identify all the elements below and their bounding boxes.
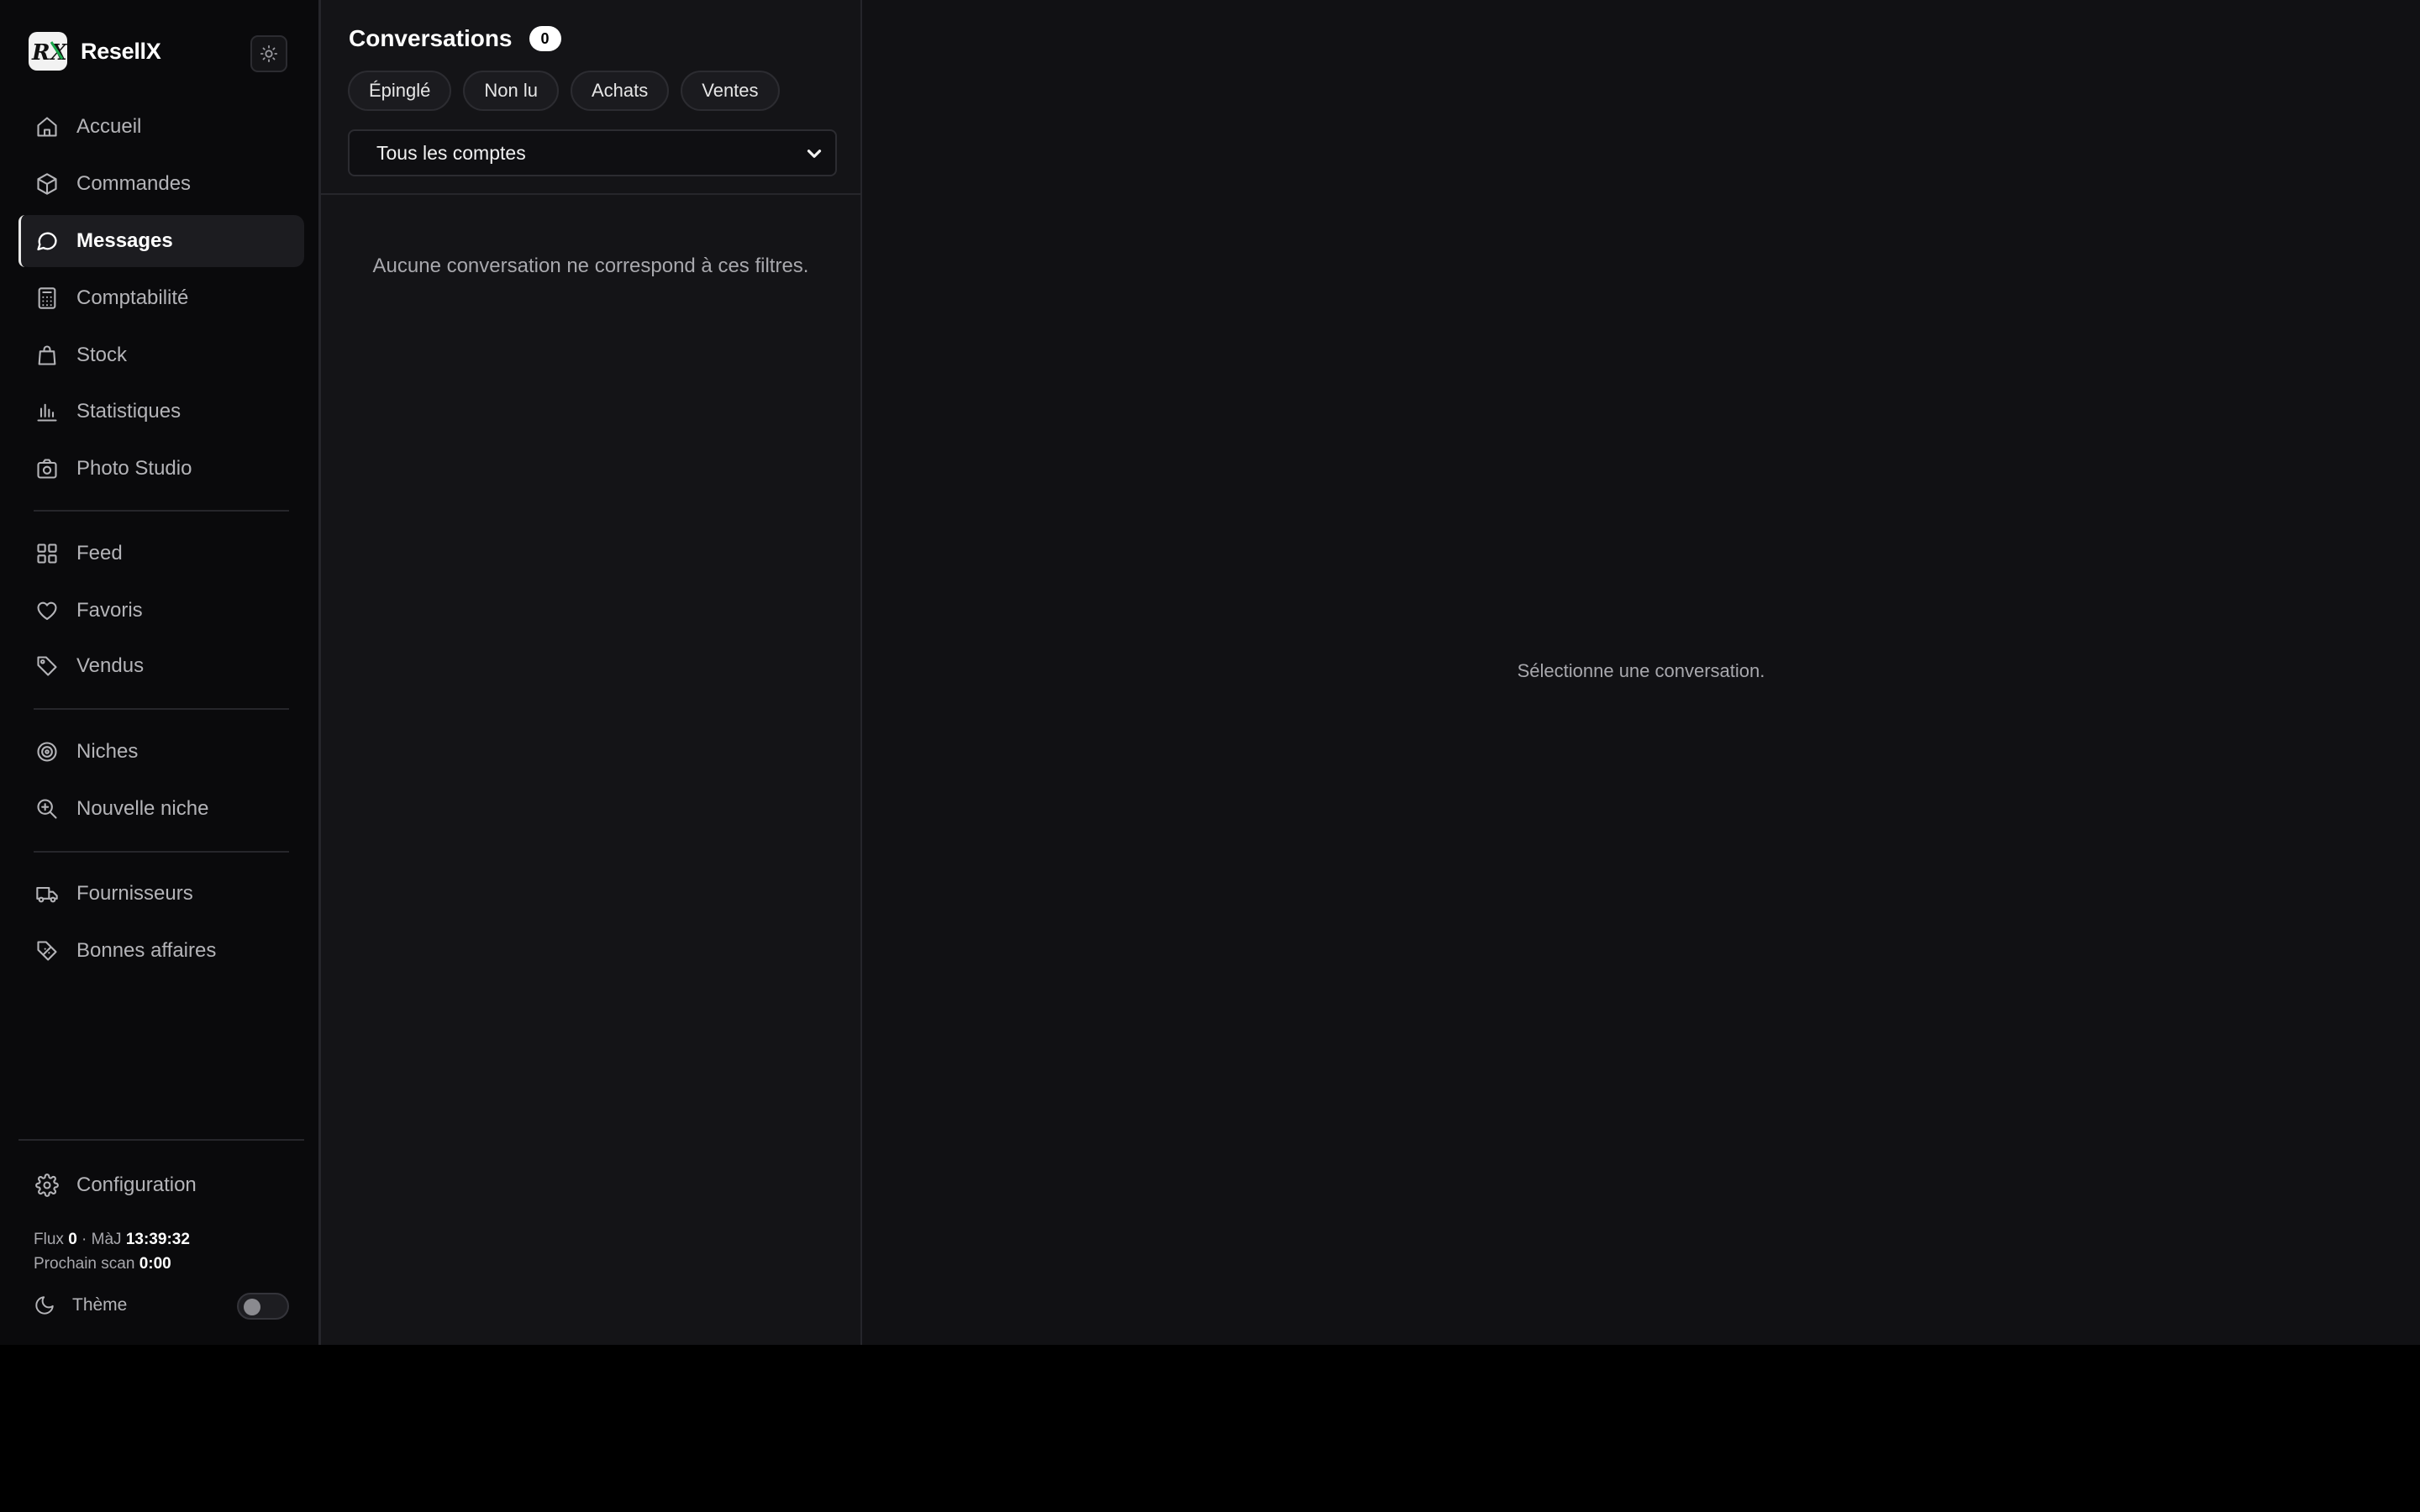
sidebar-divider: [34, 510, 289, 512]
search-plus-icon: [34, 795, 60, 822]
sidebar-divider: [34, 708, 289, 710]
theme-row: Thème: [34, 1290, 289, 1320]
status-separator: ·: [82, 1231, 87, 1248]
sidebar-item-favoris[interactable]: Favoris: [18, 585, 304, 637]
empty-list-message: Aucune conversation ne correspond à ces …: [372, 255, 809, 277]
tag-icon: [34, 653, 60, 680]
chevron-down-icon: [803, 143, 825, 165]
sidebar-item-niches[interactable]: Niches: [18, 726, 304, 778]
filter-chip-non-lu[interactable]: Non lu: [463, 71, 559, 111]
sidebar-item-fournisseurs[interactable]: Fournisseurs: [18, 868, 304, 920]
flux-label: Flux: [34, 1231, 64, 1248]
sidebar-item-label: Statistiques: [76, 400, 182, 423]
sidebar-item-comptabilite[interactable]: Comptabilité: [18, 272, 304, 324]
conversation-count-badge: 0: [529, 26, 561, 51]
sidebar-item-label: Accueil: [76, 115, 142, 138]
conversation-list-panel: Conversations 0 Épinglé Non lu Achats Ve…: [321, 0, 862, 1345]
filter-chips: Épinglé Non lu Achats Ventes: [348, 71, 780, 111]
grid-icon: [34, 540, 60, 567]
filter-chip-ventes[interactable]: Ventes: [681, 71, 780, 111]
sidebar-item-label: Vendus: [76, 654, 145, 677]
resellx-logo-icon: RX: [29, 32, 67, 71]
sidebar-item-label: Nouvelle niche: [76, 797, 209, 820]
list-divider: [321, 193, 860, 195]
sidebar-item-messages[interactable]: Messages: [18, 215, 304, 267]
scan-status: Prochain scan 0:00: [34, 1255, 171, 1273]
svg-text:RX: RX: [31, 40, 67, 66]
sidebar-item-vendus[interactable]: Vendus: [18, 640, 304, 692]
sidebar-item-commandes[interactable]: Commandes: [18, 158, 304, 210]
scan-countdown: 0:00: [139, 1255, 171, 1273]
sidebar-item-label: Feed: [76, 542, 123, 564]
sidebar-item-label: Stock: [76, 344, 128, 366]
sidebar-divider: [34, 851, 289, 853]
message-circle-icon: [34, 228, 60, 255]
sidebar-item-stock[interactable]: Stock: [18, 329, 304, 381]
camera-icon: [34, 455, 60, 482]
sidebar-item-label: Configuration: [76, 1173, 197, 1196]
brand-name: ResellX: [81, 38, 161, 64]
moon-icon: [34, 1294, 55, 1316]
target-icon: [34, 738, 60, 765]
sidebar: RX ResellX Accueil Commandes Messages Co…: [0, 0, 321, 1345]
calculator-icon: [34, 285, 60, 312]
toggle-knob: [244, 1299, 260, 1315]
shopping-bag-icon: [34, 342, 60, 369]
maj-timestamp: 13:39:32: [125, 1231, 190, 1248]
sidebar-item-configuration[interactable]: Configuration: [18, 1159, 304, 1211]
sidebar-item-label: Messages: [76, 229, 173, 252]
scan-label: Prochain scan: [34, 1255, 135, 1273]
account-select-value: Tous les comptes: [376, 141, 526, 164]
truck-icon: [34, 880, 60, 907]
page-title: Conversations: [349, 25, 513, 51]
sidebar-footer-divider: [18, 1139, 304, 1141]
heart-icon: [34, 597, 60, 624]
sidebar-item-label: Commandes: [76, 172, 192, 195]
theme-label: Thème: [72, 1295, 128, 1315]
account-select[interactable]: Tous les comptes: [348, 129, 837, 176]
maj-label: MàJ: [91, 1231, 122, 1248]
package-icon: [34, 171, 60, 197]
gear-icon: [34, 1172, 60, 1199]
sidebar-item-accueil[interactable]: Accueil: [18, 101, 304, 153]
conversation-header: Conversations 0: [349, 25, 561, 52]
brand[interactable]: RX ResellX: [29, 32, 161, 71]
empty-detail-message: Sélectionne une conversation.: [1517, 660, 1765, 681]
flux-value: 0: [68, 1231, 77, 1248]
sidebar-item-photo-studio[interactable]: Photo Studio: [18, 443, 304, 495]
sidebar-item-label: Favoris: [76, 599, 143, 622]
sidebar-item-nouvelle-niche[interactable]: Nouvelle niche: [18, 783, 304, 835]
sidebar-item-label: Niches: [76, 740, 139, 763]
filter-chip-epingle[interactable]: Épinglé: [348, 71, 452, 111]
home-icon: [34, 113, 60, 140]
sidebar-item-statistiques[interactable]: Statistiques: [18, 386, 304, 438]
sidebar-item-label: Bonnes affaires: [76, 939, 217, 962]
discount-tag-icon: [34, 937, 60, 964]
filter-chip-achats[interactable]: Achats: [570, 71, 670, 111]
app-window: RX ResellX Accueil Commandes Messages Co…: [0, 0, 2420, 1345]
sidebar-item-label: Fournisseurs: [76, 882, 193, 905]
sidebar-item-feed[interactable]: Feed: [18, 528, 304, 580]
sidebar-toggle-button[interactable]: [250, 35, 287, 72]
theme-toggle[interactable]: [237, 1293, 289, 1320]
sidebar-item-bonnes-affaires[interactable]: Bonnes affaires: [18, 925, 304, 977]
sidebar-item-label: Comptabilité: [76, 286, 189, 309]
bar-chart-icon: [34, 398, 60, 425]
sun-icon: [260, 45, 278, 63]
conversation-detail-panel: Sélectionne une conversation.: [862, 0, 2420, 1345]
sidebar-item-label: Photo Studio: [76, 457, 192, 480]
flux-status: Flux 0 · MàJ 13:39:32: [34, 1231, 190, 1249]
